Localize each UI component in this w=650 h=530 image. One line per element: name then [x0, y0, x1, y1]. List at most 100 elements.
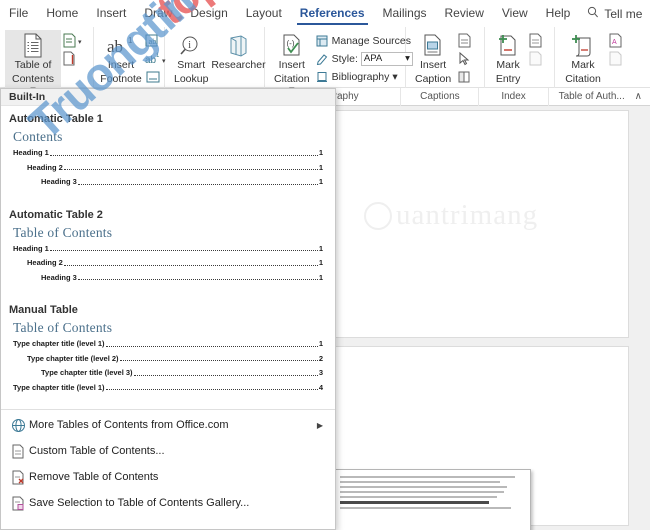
- tab-insert[interactable]: Insert: [87, 0, 135, 27]
- menu-item-label: More Tables of Contents from Office.com: [29, 419, 229, 431]
- toc-preview-row: Type chapter title (level 2) 2: [27, 353, 323, 363]
- tell-me-box[interactable]: Tell me: [579, 6, 650, 21]
- tab-design[interactable]: Design: [181, 0, 236, 27]
- svg-text:ab: ab: [107, 37, 123, 56]
- tab-mailings[interactable]: Mailings: [374, 0, 436, 27]
- menu-item-remove-table-of-contents[interactable]: Remove Table of Contents: [1, 464, 335, 490]
- group-label-index: Index: [479, 87, 549, 106]
- insert-cross-reference-button[interactable]: [455, 50, 479, 67]
- toc-small-buttons: ▾: [61, 30, 87, 67]
- menu-item-more-tables-of-contents[interactable]: More Tables of Contents from Office.com …: [1, 412, 335, 438]
- ribbon-group-table-of-contents: Table of Contents ▾ ▾: [0, 27, 94, 97]
- toc-preview-row: Heading 21: [27, 162, 323, 172]
- document-page-2[interactable]: [331, 346, 629, 530]
- mark-entry-button[interactable]: Mark Entry: [490, 30, 526, 85]
- toc-preview-row: Heading 21: [27, 258, 323, 267]
- insert-caption-icon: [422, 33, 444, 58]
- gallery-item-automatic-table-1[interactable]: Automatic Table 1 Contents Heading 11 He…: [1, 106, 335, 202]
- menu-item-custom-table-of-contents[interactable]: Custom Table of Contents...: [1, 438, 335, 464]
- tab-home[interactable]: Home: [37, 0, 87, 27]
- mark-entry-label-line2: Entry: [495, 72, 521, 85]
- toc-preview-heading: Contents: [13, 129, 63, 144]
- caption-label-line1: Insert: [419, 59, 447, 71]
- group-label-captions: Captions: [401, 87, 480, 106]
- insert-table-of-figures-button[interactable]: [455, 32, 479, 49]
- add-text-button[interactable]: ▾: [61, 32, 87, 49]
- mark-citation-label-line2: Citation: [565, 72, 601, 85]
- toc-preview-row: Heading 31: [41, 272, 323, 282]
- mark-citation-icon: [570, 33, 596, 58]
- watermark-logo-icon: [364, 201, 392, 230]
- toc-preview-row: Heading 11: [13, 243, 323, 253]
- researcher-button[interactable]: Researcher: [211, 30, 266, 72]
- svg-text:ab: ab: [145, 55, 157, 66]
- bibliography-text-buttons: Manage Sources Style: APA ▾ Bibliography…: [314, 30, 415, 85]
- collapse-ribbon-button[interactable]: ∧: [635, 91, 650, 102]
- insert-table-of-authorities-button[interactable]: A: [606, 32, 632, 49]
- footnote-label-line2: Footnote: [100, 72, 142, 85]
- toc-document-icon: [22, 33, 44, 58]
- insert-footnote-button[interactable]: ab 1 Insert Footnote: [99, 30, 143, 85]
- ribbon-tab-bar: File Home Insert Draw Design Layout Refe…: [0, 0, 650, 27]
- gallery-divider: [1, 409, 335, 410]
- toc-preview-row: Type chapter title (level 1) 4: [13, 382, 323, 392]
- smart-lookup-button[interactable]: i Smart Lookup: [170, 30, 212, 85]
- style-icon: [316, 52, 329, 65]
- tell-me-label: Tell me: [604, 6, 643, 21]
- style-label: Style:: [331, 52, 358, 65]
- document-page-1[interactable]: uantrimang: [335, 110, 629, 338]
- mark-entry-label-line1: Mark: [496, 59, 520, 71]
- toc-preview-row: Type chapter title (level 1) 1: [13, 339, 323, 348]
- tab-help[interactable]: Help: [537, 0, 580, 27]
- toc-preview-heading: Table of Contents: [13, 224, 113, 240]
- gallery-item-title: Automatic Table 2: [9, 208, 103, 221]
- tab-draw[interactable]: Draw: [135, 0, 181, 27]
- office-online-icon: [7, 418, 29, 433]
- footnote-label-line1: Insert: [107, 59, 135, 71]
- mark-entry-icon: [496, 33, 520, 58]
- caption-label-line2: Caption: [415, 72, 452, 85]
- ribbon-group-index: Mark Entry: [485, 27, 555, 88]
- svg-text:i: i: [188, 40, 191, 51]
- manage-sources-label: Manage Sources: [331, 34, 411, 47]
- menu-item-label: Save Selection to Table of Contents Gall…: [29, 497, 250, 509]
- document-thumbnail: [331, 469, 531, 530]
- menu-item-save-selection-to-gallery[interactable]: Save Selection to Table of Contents Gall…: [1, 490, 335, 516]
- smart-lookup-label-line2: Lookup: [174, 72, 209, 85]
- site-watermark-document: uantrimang: [364, 199, 538, 232]
- researcher-label: Researcher: [211, 59, 266, 71]
- manage-sources-button[interactable]: Manage Sources: [316, 32, 413, 49]
- tab-view[interactable]: View: [493, 0, 537, 27]
- bibliography-icon: [316, 70, 329, 83]
- update-table-of-figures-button[interactable]: [455, 68, 479, 85]
- insert-citation-icon: (-): [280, 33, 304, 58]
- mark-citation-button[interactable]: Mark Citation: [560, 30, 606, 85]
- insert-caption-button[interactable]: Insert Caption: [411, 30, 455, 85]
- gallery-item-title: Automatic Table 1: [9, 113, 103, 125]
- smart-lookup-icon: i: [178, 33, 204, 58]
- citation-label-line1: Insert: [278, 59, 305, 71]
- style-row[interactable]: Style: APA ▾: [316, 50, 413, 67]
- ribbon: Table of Contents ▾ ▾ ab1 Insert Footnot…: [0, 27, 650, 97]
- menu-item-label: Custom Table of Contents...: [29, 445, 165, 457]
- ribbon-group-citations-bibliography: (-) Insert Citation ▾ Manage Sources Sty…: [265, 27, 413, 96]
- mark-citation-label-line1: Mark: [571, 59, 595, 71]
- tab-file[interactable]: File: [0, 0, 37, 27]
- save-toc-icon: [7, 496, 29, 511]
- tab-references[interactable]: References: [291, 0, 374, 27]
- update-table-of-authorities-button[interactable]: [606, 50, 632, 67]
- ribbon-group-table-of-authorities: Mark Citation A: [555, 27, 642, 88]
- gallery-item-automatic-table-2[interactable]: Automatic Table 2 Table of Contents Head…: [1, 202, 335, 298]
- update-index-button[interactable]: [526, 50, 549, 67]
- citation-style-value: APA: [363, 53, 383, 64]
- table-of-contents-gallery: Built-In Automatic Table 1 Contents Head…: [0, 88, 336, 530]
- update-table-button[interactable]: [61, 50, 87, 67]
- gallery-item-manual-table[interactable]: Manual Table Table of Contents Type chap…: [1, 297, 335, 407]
- insert-index-button[interactable]: [526, 32, 549, 49]
- tab-layout[interactable]: Layout: [237, 0, 291, 27]
- toc-label-line1: Table of: [14, 59, 52, 71]
- ribbon-group-research: i Smart Lookup Researcher: [165, 27, 266, 88]
- bibliography-button[interactable]: Bibliography ▾: [316, 68, 413, 85]
- menu-item-label: Remove Table of Contents: [29, 471, 159, 483]
- tab-review[interactable]: Review: [436, 0, 493, 27]
